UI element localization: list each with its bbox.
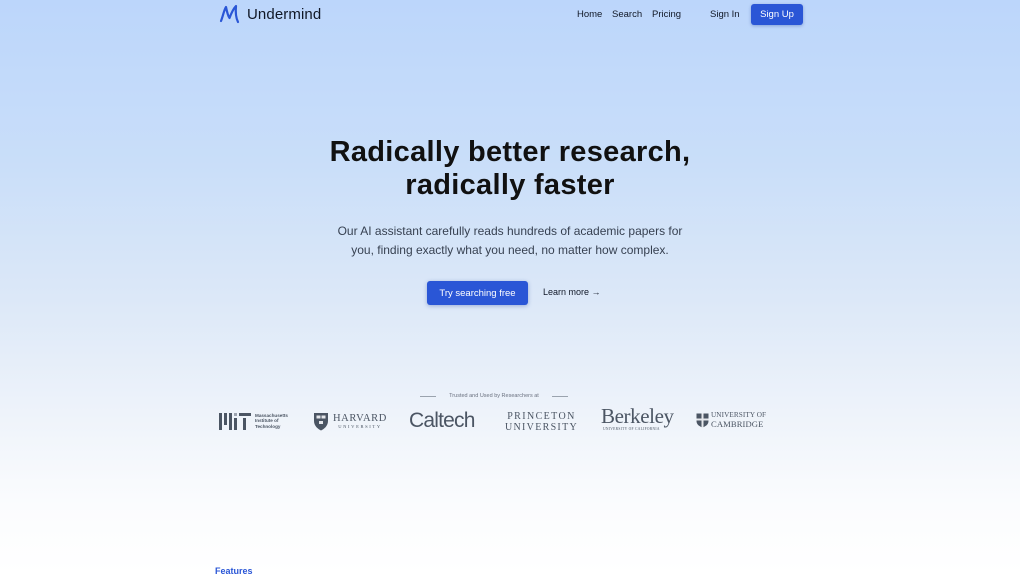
hero-title: Radically better research, radically fas… — [0, 136, 1020, 202]
princeton-line-1: PRINCETON — [507, 411, 576, 422]
sign-in-link[interactable]: Sign In — [710, 9, 740, 20]
berkeley-logo: Berkeley UNIVERSITY OF CALIFORNIA — [601, 404, 674, 432]
try-searching-free-button[interactable]: Try searching free — [427, 281, 528, 305]
berkeley-line-1: Berkeley — [601, 404, 674, 428]
mit-mark-icon — [219, 412, 251, 430]
top-nav: Undermind Home Search Pricing Sign In Si… — [0, 0, 1020, 28]
cambridge-wordmark: UNIVERSITY OF CAMBRIDGE — [711, 411, 766, 429]
princeton-logo: PRINCETON UNIVERSITY — [505, 411, 578, 433]
harvard-logo: HARVARD UNIVERSITY — [313, 410, 389, 432]
mit-logo: Massachusetts Institute of Technology — [219, 411, 293, 431]
nav-home-link[interactable]: Home — [577, 9, 602, 20]
learn-more-link[interactable]: Learn more → — [543, 287, 601, 297]
hero-subtitle: Our AI assistant carefully reads hundred… — [0, 222, 1020, 260]
mit-line-3: Technology — [255, 423, 281, 429]
caltech-logo: Caltech — [409, 409, 475, 432]
hero-title-line-2: radically faster — [405, 169, 615, 201]
cambridge-line-2: CAMBRIDGE — [711, 418, 764, 429]
harvard-line-2: UNIVERSITY — [338, 423, 382, 429]
divider-left — [420, 395, 436, 397]
hero-subtitle-line-2: you, finding exactly what you need, no m… — [351, 243, 669, 257]
divider-right — [552, 395, 568, 397]
harvard-wordmark: HARVARD UNIVERSITY — [333, 413, 387, 430]
trusted-by-heading: Trusted and Used by Researchers at — [420, 391, 568, 401]
cambridge-logo: UNIVERSITY OF CAMBRIDGE — [696, 411, 766, 429]
brand-logo[interactable]: Undermind — [219, 4, 321, 24]
cambridge-shield-icon — [696, 413, 709, 428]
trusted-by-label: Trusted and Used by Researchers at — [449, 393, 539, 399]
princeton-line-2: UNIVERSITY — [505, 422, 578, 433]
hero-title-line-1: Radically better research, — [329, 136, 691, 168]
sign-up-button[interactable]: Sign Up — [751, 4, 803, 25]
mit-wordmark: Massachusetts Institute of Technology — [255, 413, 288, 429]
harvard-shield-icon — [314, 412, 328, 430]
harvard-line-1: HARVARD — [333, 412, 387, 424]
brand-name: Undermind — [247, 5, 322, 23]
hero-subtitle-line-1: Our AI assistant carefully reads hundred… — [337, 224, 683, 238]
nav-pricing-link[interactable]: Pricing — [652, 9, 681, 20]
features-heading: Features — [215, 566, 253, 574]
undermind-m-icon — [219, 4, 240, 24]
nav-search-link[interactable]: Search — [612, 9, 642, 20]
